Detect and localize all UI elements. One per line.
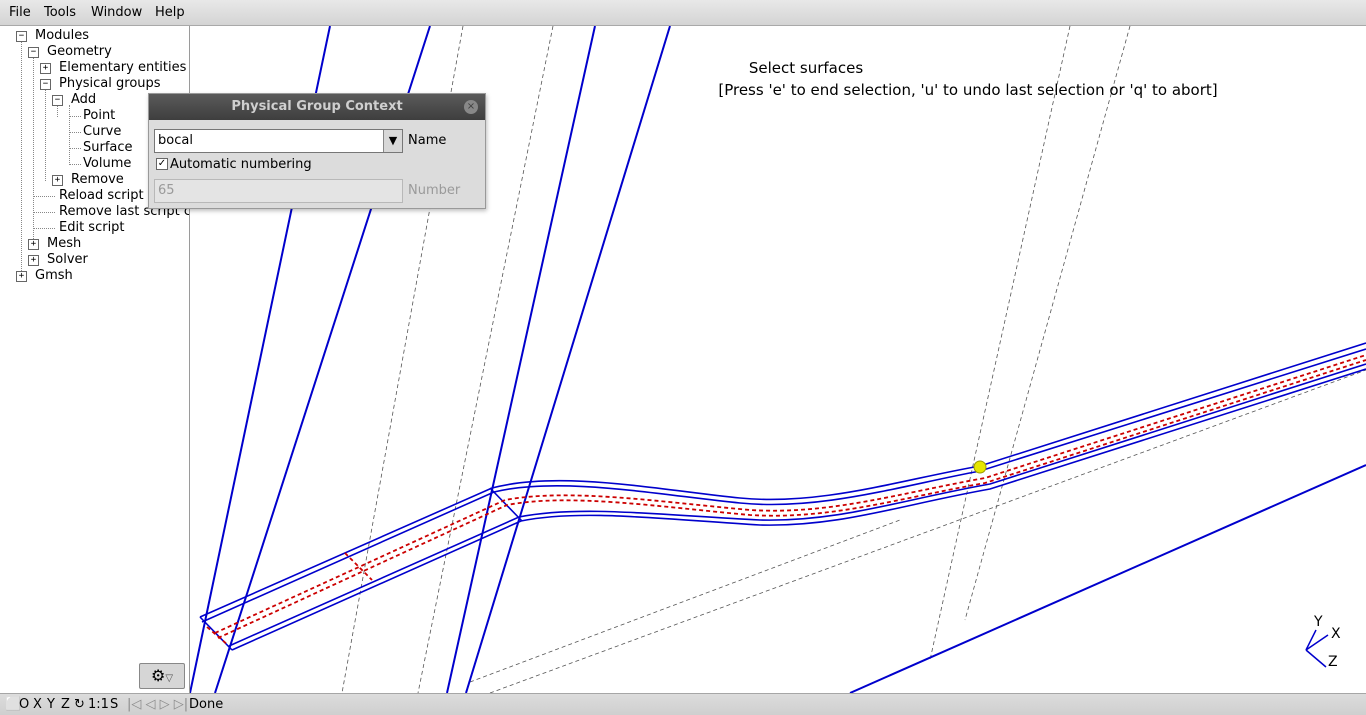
view-o-button[interactable]: O xyxy=(19,697,29,712)
tree-item-edit-script[interactable]: Edit script xyxy=(59,220,125,236)
selection-point[interactable] xyxy=(973,460,987,474)
close-icon[interactable]: × xyxy=(464,100,478,114)
tree-connector xyxy=(34,228,55,229)
menu-window[interactable]: Window xyxy=(91,5,142,20)
tree-connector xyxy=(70,132,81,133)
view-x-button[interactable]: X xyxy=(33,697,42,712)
menu-help[interactable]: Help xyxy=(155,5,185,20)
expand-icon[interactable]: + xyxy=(28,239,39,250)
tree-connector xyxy=(70,148,81,149)
tree-item-geometry[interactable]: Geometry xyxy=(47,44,112,60)
tree-item-volume[interactable]: Volume xyxy=(83,156,131,172)
tree-connector xyxy=(33,57,34,245)
tree-connector xyxy=(70,116,81,117)
selection-banner-title: Select surfaces xyxy=(748,59,864,77)
scale-button[interactable]: 1:1 xyxy=(88,697,109,712)
axis-label-z: Z xyxy=(1328,654,1338,670)
rotate-icon[interactable]: ↻ xyxy=(74,697,85,712)
status-bar: ⬜ O X Y Z ↻ 1:1 S |◁ ◁ ▷ ▷| Done xyxy=(0,693,1366,715)
tree-item-reload-script[interactable]: Reload script xyxy=(59,188,144,204)
menu-tools[interactable]: Tools xyxy=(44,5,76,20)
view-y-button[interactable]: Y xyxy=(47,697,55,712)
menu-bar: File Tools Window Help xyxy=(0,0,1366,26)
playback-controls-icon[interactable]: |◁ ◁ ▷ ▷| xyxy=(127,697,188,712)
axis-label-x: X xyxy=(1331,626,1341,642)
tree-connector xyxy=(70,164,81,165)
automatic-numbering-label[interactable]: Automatic numbering xyxy=(170,157,312,172)
tree-item-surface[interactable]: Surface xyxy=(83,140,133,156)
tree-connector xyxy=(45,89,46,181)
name-label: Name xyxy=(408,133,447,148)
tree-item-modules[interactable]: Modules xyxy=(35,28,89,44)
menu-file[interactable]: File xyxy=(9,5,31,20)
expand-icon[interactable]: + xyxy=(52,175,63,186)
collapse-icon[interactable]: − xyxy=(16,31,27,42)
chevron-down-icon[interactable]: ▼ xyxy=(383,130,402,152)
name-value[interactable]: bocal xyxy=(158,133,193,148)
status-message: Done xyxy=(189,697,224,712)
number-value: 65 xyxy=(158,183,175,198)
axis-label-y: Y xyxy=(1314,614,1323,630)
gear-icon: ⚙ xyxy=(150,666,166,685)
tree-connector xyxy=(34,196,55,197)
tree-connector xyxy=(69,105,70,165)
select-s-button[interactable]: S xyxy=(110,697,118,712)
automatic-numbering-checkbox[interactable]: ✓ xyxy=(156,158,168,170)
physical-group-context-dialog: Physical Group Context × bocal ▼ Name ✓ … xyxy=(148,93,486,209)
tree-item-physical-groups[interactable]: Physical groups xyxy=(59,76,161,92)
tree-item-mesh[interactable]: Mesh xyxy=(47,236,81,252)
name-combobox[interactable]: bocal ▼ xyxy=(154,129,403,153)
tree-item-solver[interactable]: Solver xyxy=(47,252,88,268)
tree-item-elementary-entities[interactable]: Elementary entities xyxy=(59,60,186,76)
tree-item-point[interactable]: Point xyxy=(83,108,115,124)
collapse-icon[interactable]: − xyxy=(28,47,39,58)
expand-icon[interactable]: + xyxy=(40,63,51,74)
number-field: 65 xyxy=(154,179,403,203)
channel-surface xyxy=(199,342,1366,651)
tree-connector xyxy=(21,41,22,277)
tree-connector xyxy=(34,212,55,213)
expand-icon[interactable]: + xyxy=(28,255,39,266)
dropdown-arrow-icon: ▽ xyxy=(165,673,174,684)
tree-item-gmsh[interactable]: Gmsh xyxy=(35,268,73,284)
options-gear-button[interactable]: ⚙▽ xyxy=(139,663,185,689)
tree-item-curve[interactable]: Curve xyxy=(83,124,121,140)
dialog-title[interactable]: Physical Group Context xyxy=(149,94,485,120)
tree-item-remove[interactable]: Remove xyxy=(71,172,124,188)
tree-connector xyxy=(57,105,58,117)
collapse-icon[interactable]: − xyxy=(52,95,63,106)
collapse-icon[interactable]: − xyxy=(40,79,51,90)
axes-triad xyxy=(1305,629,1329,668)
expand-icon[interactable]: + xyxy=(16,271,27,282)
tree-item-add[interactable]: Add xyxy=(71,92,96,108)
number-label: Number xyxy=(408,183,461,198)
view-z-button[interactable]: Z xyxy=(61,697,70,712)
